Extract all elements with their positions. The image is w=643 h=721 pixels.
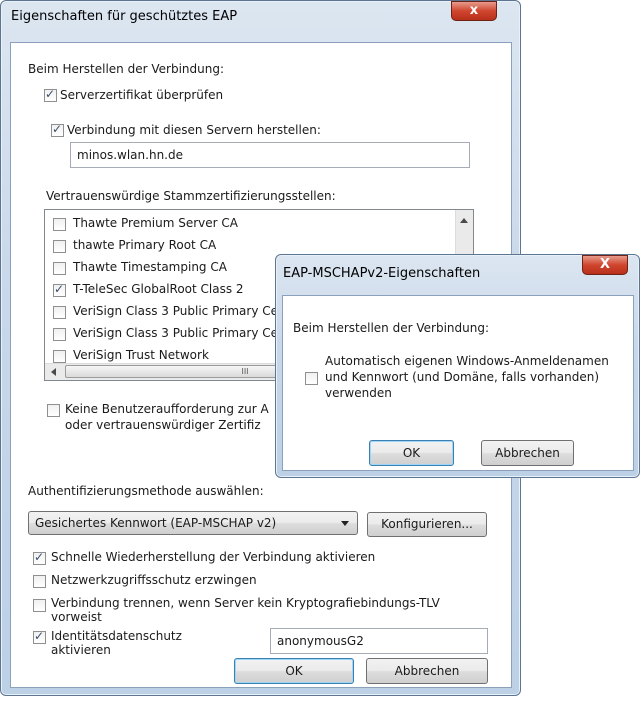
no-prompt-label-line1: Keine Benutzeraufforderung zur A	[65, 402, 269, 416]
mschap-dialog-title: EAP-MSCHAPv2-Eigenschaften	[283, 266, 481, 281]
auth-method-label: Authentifizierungsmethode auswählen:	[28, 484, 264, 498]
ca-checkbox[interactable]	[53, 350, 66, 363]
mschap-cancel-button[interactable]: Abbrechen	[481, 440, 574, 466]
mschap-dialog: EAP-MSCHAPv2-Eigenschaften X Beim Herste…	[275, 254, 640, 478]
fast-reconnect-label: Schnelle Wiederherstellung der Verbindun…	[51, 550, 376, 564]
scroll-up-icon[interactable]	[460, 218, 468, 223]
trusted-ca-label: Vertrauenswürdige Stammzertifizierungsst…	[46, 189, 336, 203]
connect-servers-checkbox[interactable]	[51, 122, 64, 137]
nap-checkbox[interactable]	[33, 575, 46, 588]
mschap-section-label: Beim Herstellen der Verbindung:	[293, 321, 489, 335]
chevron-down-icon	[341, 521, 349, 526]
auth-method-value: Gesichertes Kennwort (EAP-MSCHAP v2)	[35, 516, 277, 530]
verify-cert-label: Serverzertifikat überprüfen	[60, 88, 224, 102]
verify-cert-checkbox[interactable]	[44, 87, 57, 102]
auto-credentials-checkbox[interactable]	[305, 372, 318, 385]
identity-input[interactable]: anonymousG2	[270, 628, 488, 654]
auth-method-select[interactable]: Gesichertes Kennwort (EAP-MSCHAP v2)	[28, 511, 358, 535]
connect-servers-label: Verbindung mit diesen Servern herstellen…	[67, 123, 321, 137]
mschap-close-button[interactable]: X	[582, 255, 628, 275]
disconnect-label-line2: vorweist	[51, 610, 102, 624]
configure-button[interactable]: Konfigurieren...	[367, 512, 487, 537]
server-input[interactable]: minos.wlan.hn.de	[70, 142, 470, 168]
ca-checkbox[interactable]	[53, 240, 66, 253]
scroll-left-icon[interactable]	[51, 368, 56, 376]
ca-checkbox[interactable]	[53, 218, 66, 231]
auto-credentials-label-line3: verwenden	[325, 386, 392, 400]
fast-reconnect-checkbox[interactable]	[33, 550, 46, 565]
ca-checkbox[interactable]	[53, 328, 66, 341]
main-dialog-title: Eigenschaften für geschütztes EAP	[11, 9, 238, 24]
section-label: Beim Herstellen der Verbindung:	[28, 62, 224, 76]
scroll-thumb-grip: III	[241, 367, 249, 376]
ca-label: thawte Primary Root CA	[73, 238, 217, 252]
auto-credentials-label-line2: und Kennwort (und Domäne, falls vorhande…	[325, 370, 600, 384]
close-button[interactable]: x	[451, 1, 497, 21]
mschap-ok-button[interactable]: OK	[369, 440, 454, 466]
mschap-dialog-client: Beim Herstellen der Verbindung: Automati…	[282, 295, 634, 471]
ca-label: VeriSign Class 3 Public Primary Ce	[73, 304, 279, 318]
nap-label: Netzwerkzugriffsschutz erzwingen	[51, 573, 257, 587]
ca-checkbox[interactable]	[53, 282, 66, 297]
ca-label: VeriSign Trust Network	[73, 348, 209, 362]
ca-checkbox[interactable]	[53, 262, 66, 275]
ca-label: Thawte Premium Server CA	[73, 216, 238, 230]
no-prompt-checkbox[interactable]	[47, 404, 60, 417]
identity-privacy-label-line1: Identitätsdatenschutz	[51, 629, 182, 643]
ca-label: Thawte Timestamping CA	[73, 260, 227, 274]
ca-label: T-TeleSec GlobalRoot Class 2	[73, 282, 244, 296]
auto-credentials-label-line1: Automatisch eigenen Windows-Anmeldenamen	[325, 354, 609, 368]
disconnect-checkbox[interactable]	[33, 599, 46, 612]
disconnect-label-line1: Verbindung trennen, wenn Server kein Kry…	[51, 596, 440, 610]
ca-checkbox[interactable]	[53, 306, 66, 319]
cancel-button[interactable]: Abbrechen	[366, 658, 488, 684]
ca-label: VeriSign Class 3 Public Primary Ce	[73, 326, 279, 340]
ok-button[interactable]: OK	[234, 658, 354, 684]
identity-privacy-checkbox[interactable]	[33, 629, 46, 644]
no-prompt-label-line2: oder vertrauenswürdiger Zertifiz	[65, 418, 261, 432]
identity-privacy-label-line2: aktivieren	[51, 643, 111, 657]
